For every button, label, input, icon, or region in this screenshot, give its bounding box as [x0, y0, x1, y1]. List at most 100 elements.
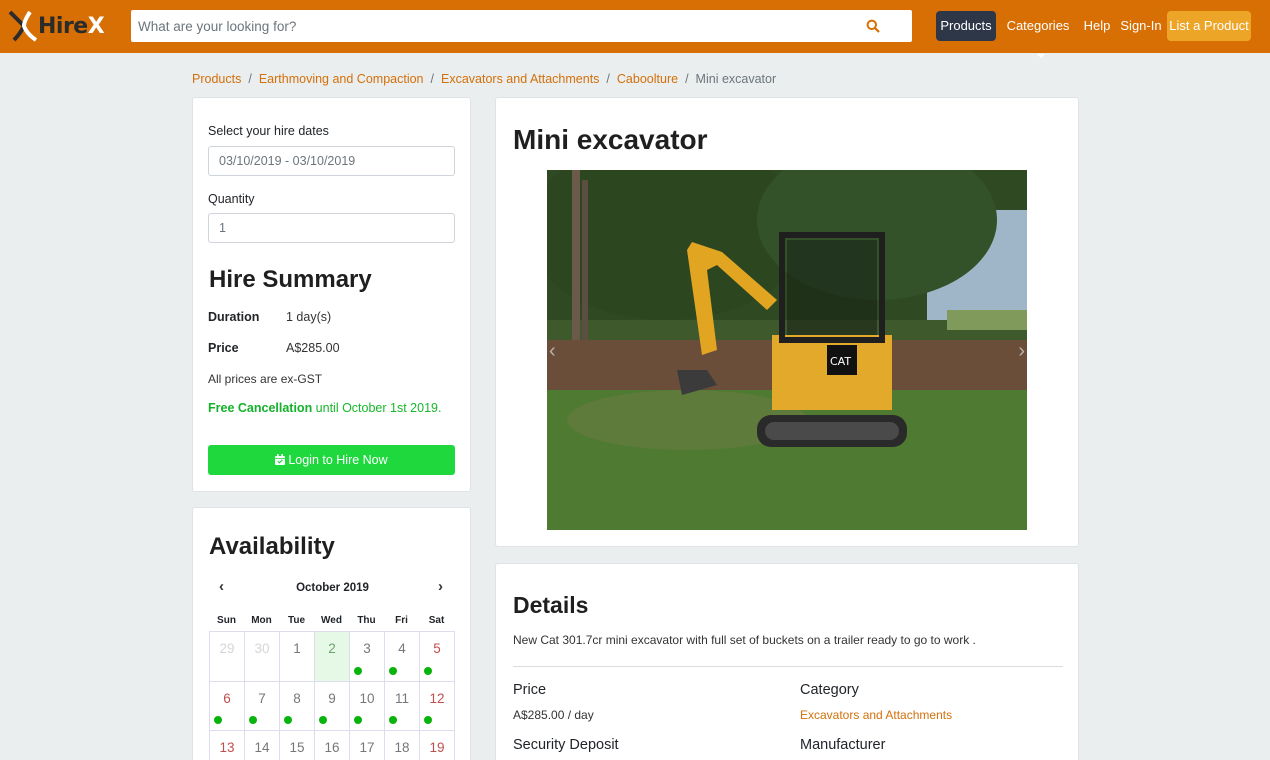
breadcrumb-earthmoving[interactable]: Earthmoving and Compaction	[259, 72, 424, 86]
calendar-day-number: 6	[223, 690, 231, 706]
weekday-fri: Fri	[395, 615, 408, 626]
calendar-day-available[interactable]: 8	[280, 680, 315, 730]
price-value: A$285.00	[286, 341, 340, 355]
available-dot-icon	[354, 716, 362, 724]
excavator-photo-icon: CAT	[547, 170, 1027, 530]
calendar-day-number: 5	[433, 641, 441, 656]
details-category-label: Category	[800, 682, 859, 698]
breadcrumb: Products / Earthmoving and Compaction / Exca…	[192, 72, 777, 86]
details-heading: Details	[513, 592, 589, 618]
calendar-day-available[interactable]: 7	[245, 680, 280, 730]
nav-categories-dropdown[interactable]: Categories	[1002, 11, 1074, 58]
availability-card: Availability October 2019 ‹ › Sun Mon Tu…	[192, 507, 471, 760]
available-dot-icon	[354, 666, 362, 675]
available-dot-icon	[249, 716, 257, 724]
calendar-day-number: 11	[394, 690, 409, 706]
product-image-carousel[interactable]: CAT ‹ ›	[547, 170, 1027, 530]
chevron-left-icon[interactable]: ‹	[219, 578, 224, 595]
duration-value: 1 day(s)	[286, 310, 332, 324]
quantity-input[interactable]: 1	[208, 213, 455, 243]
manufacturer-label: Manufacturer	[800, 737, 886, 753]
breadcrumb-caboolture[interactable]: Caboolture	[617, 72, 678, 86]
calendar-week: 6 7 8 9 10 11 12	[210, 680, 455, 730]
calendar-day-number: 7	[258, 690, 266, 706]
weekday-thu: Thu	[357, 615, 376, 626]
calendar-day-available[interactable]: 9	[315, 680, 350, 730]
calendar-day-available[interactable]: 10	[350, 680, 385, 730]
free-cancellation-strong: Free Cancellation	[208, 401, 313, 415]
available-dot-icon	[424, 666, 432, 675]
calendar-day: 1	[280, 631, 315, 681]
calendar-day-number: 12	[429, 690, 445, 706]
calendar-day-number: 8	[293, 690, 301, 706]
available-dot-icon	[214, 716, 222, 724]
weekday-sat: Sat	[428, 615, 445, 626]
product-title: Mini excavator	[513, 124, 708, 155]
calendar-month: October 2019	[296, 582, 369, 594]
calendar-day-available[interactable]: 6	[210, 680, 245, 730]
calendar-day[interactable]: 13	[210, 730, 245, 760]
product-card: Mini excavator CAT ‹ ›	[495, 97, 1079, 547]
available-dot-icon	[424, 716, 432, 724]
nav-products-button[interactable]: Products	[936, 11, 996, 41]
price-label: Price	[208, 341, 239, 355]
hirex-logo[interactable]: HireX	[8, 10, 108, 42]
weekday-tue: Tue	[287, 615, 306, 626]
chevron-right-icon[interactable]: ›	[438, 578, 443, 595]
breadcrumb-products[interactable]: Products	[192, 72, 241, 86]
availability-heading: Availability	[209, 533, 335, 560]
top-navbar: HireX Products Categories Help Sign-In L…	[0, 0, 1270, 58]
search-bar	[131, 10, 912, 42]
nav-help-link[interactable]: Help	[1080, 11, 1114, 41]
nav-signin-link[interactable]: Sign-In	[1118, 11, 1164, 41]
carousel-prev-icon[interactable]: ‹	[549, 340, 556, 363]
hire-card: Select your hire dates 03/10/2019 - 03/1…	[192, 97, 471, 492]
calendar-weekday-header: Sun Mon Tue Wed Thu Fri Sat	[209, 615, 454, 626]
weekday-mon: Mon	[251, 615, 272, 626]
calendar-day-available[interactable]: 11	[385, 680, 420, 730]
login-to-hire-label: Login to Hire Now	[288, 453, 388, 467]
free-cancellation-rest: until October 1st 2019.	[312, 401, 442, 415]
calendar-day-available[interactable]: 12	[420, 680, 455, 730]
nav-categories-label: Categories	[1006, 18, 1070, 33]
hire-dates-label: Select your hire dates	[208, 124, 329, 138]
calendar-check-icon	[275, 454, 286, 465]
calendar-day: 29	[210, 631, 245, 681]
weekday-wed: Wed	[321, 615, 342, 626]
security-deposit-label: Security Deposit	[513, 737, 619, 753]
calendar-day-available[interactable]: 5	[420, 631, 455, 681]
calendar-day: 30	[245, 631, 280, 681]
search-input[interactable]	[131, 10, 831, 42]
calendar-day-number: 4	[398, 641, 406, 656]
logo-mark-icon	[8, 10, 38, 42]
available-dot-icon	[389, 716, 397, 724]
carousel-next-icon[interactable]: ›	[1018, 340, 1025, 363]
login-to-hire-button[interactable]: Login to Hire Now	[208, 445, 455, 475]
list-product-button[interactable]: List a Product	[1167, 11, 1251, 41]
calendar-day-available[interactable]: 3	[350, 631, 385, 681]
calendar-day-number: 10	[359, 690, 375, 706]
available-dot-icon	[389, 666, 397, 675]
details-category-link[interactable]: Excavators and Attachments	[800, 708, 952, 722]
calendar-day-today[interactable]: 2	[315, 631, 350, 681]
calendar-day[interactable]: 15	[280, 730, 315, 760]
calendar-day[interactable]: 19	[420, 730, 455, 760]
hire-dates-input[interactable]: 03/10/2019 - 03/10/2019	[208, 146, 455, 176]
calendar-day-available[interactable]: 4	[385, 631, 420, 681]
details-card: Details New Cat 301.7cr mini excavator w…	[495, 563, 1079, 760]
calendar-day[interactable]: 18	[385, 730, 420, 760]
svg-text:CAT: CAT	[830, 355, 851, 368]
brand-name: Hire	[38, 14, 88, 39]
weekday-sun: Sun	[217, 615, 236, 626]
available-dot-icon	[319, 716, 327, 724]
calendar-week: 13 14 15 16 17 18 19	[210, 730, 455, 760]
breadcrumb-current: Mini excavator	[695, 72, 777, 86]
calendar-day[interactable]: 16	[315, 730, 350, 760]
breadcrumb-excavators[interactable]: Excavators and Attachments	[441, 72, 599, 86]
calendar-day-number: 9	[328, 690, 336, 706]
details-price-value: A$285.00 / day	[513, 708, 594, 722]
search-icon[interactable]	[866, 19, 880, 33]
calendar-day[interactable]: 17	[350, 730, 385, 760]
calendar-day[interactable]: 14	[245, 730, 280, 760]
quantity-label: Quantity	[208, 192, 255, 206]
